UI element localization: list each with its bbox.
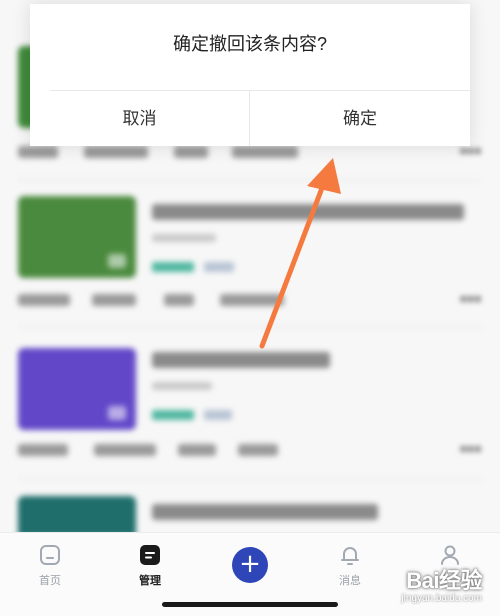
video-thumbnail <box>18 348 136 430</box>
nav-label-manage: 管理 <box>139 575 161 587</box>
item-date <box>152 382 212 390</box>
bell-icon <box>341 547 359 565</box>
more-icon[interactable]: ••• <box>460 440 482 458</box>
plus-icon: + <box>239 549 261 579</box>
confirm-dialog: 确定撤回该条内容? 取消 确定 <box>30 4 470 146</box>
list-item[interactable]: ••• <box>18 346 482 466</box>
home-icon <box>40 545 60 565</box>
item-date <box>152 234 216 242</box>
cancel-button[interactable]: 取消 <box>30 90 249 146</box>
item-stats <box>18 146 338 160</box>
play-icon <box>108 254 126 268</box>
more-icon[interactable]: ••• <box>460 142 482 160</box>
baidu-jingyan-watermark: Bai经验 jingyan.baidu.com <box>401 563 482 604</box>
home-indicator <box>162 602 338 607</box>
status-badge <box>152 262 194 272</box>
video-thumbnail <box>18 196 136 278</box>
confirm-button[interactable]: 确定 <box>250 90 470 146</box>
category-badge <box>204 410 232 420</box>
divider <box>18 180 482 181</box>
add-content-button[interactable]: + <box>232 547 268 583</box>
nav-item-manage[interactable]: 管理 <box>120 543 180 588</box>
manage-icon <box>140 545 160 565</box>
item-title <box>152 204 464 220</box>
list-item[interactable]: ••• <box>18 196 482 316</box>
divider <box>18 478 482 479</box>
item-stats <box>18 444 338 458</box>
watermark-brand: Bai经验 <box>406 568 482 593</box>
item-title <box>152 504 378 520</box>
nav-item-messages[interactable]: 消息 <box>320 543 380 588</box>
list-item[interactable] <box>18 496 482 536</box>
dialog-title: 确定撤回该条内容? <box>172 34 327 54</box>
play-icon <box>108 406 126 420</box>
category-badge <box>204 262 234 272</box>
more-icon[interactable]: ••• <box>460 290 482 308</box>
item-stats <box>18 294 338 308</box>
video-thumbnail <box>18 496 136 536</box>
status-badge <box>152 410 194 420</box>
divider <box>18 326 482 327</box>
watermark-url: jingyan.baidu.com <box>401 593 482 604</box>
item-title <box>152 352 330 368</box>
nav-label-messages: 消息 <box>339 575 361 587</box>
nav-label-home: 首页 <box>39 575 61 587</box>
nav-item-home[interactable]: 首页 <box>20 543 80 588</box>
